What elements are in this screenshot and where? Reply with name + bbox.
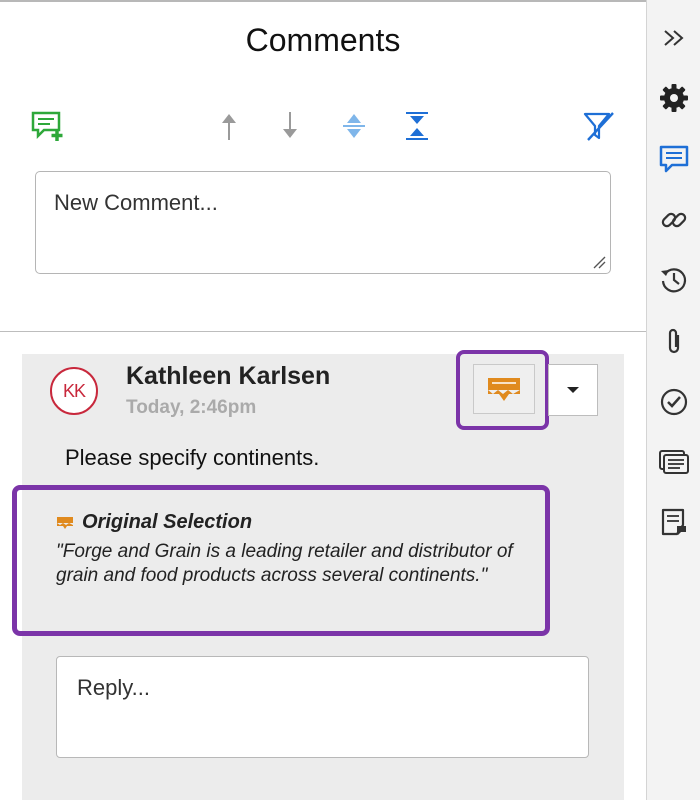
original-selection-title: Original Selection: [82, 511, 253, 533]
new-comment-placeholder: New Comment...: [54, 190, 218, 215]
collapse-panel-icon[interactable]: [647, 16, 700, 60]
original-selection-text: "Forge and Grain is a leading retailer a…: [56, 541, 513, 586]
settings-icon[interactable]: [647, 76, 700, 120]
comment-body: Please specify continents.: [65, 445, 320, 470]
comments-icon[interactable]: [647, 137, 700, 181]
outline-icon[interactable]: [647, 440, 700, 484]
right-sidebar: [646, 0, 700, 800]
add-comment-icon[interactable]: [27, 106, 67, 146]
panel-title: Comments: [245, 22, 401, 58]
chevron-down-icon: [567, 387, 579, 393]
attachment-icon[interactable]: [647, 320, 700, 364]
arrow-down-icon[interactable]: [270, 106, 310, 146]
notes-icon[interactable]: [647, 500, 700, 544]
tasks-icon[interactable]: [647, 380, 700, 424]
reply-input[interactable]: Reply...: [56, 656, 589, 758]
avatar: KK: [50, 367, 98, 415]
top-border: [0, 0, 646, 2]
history-icon[interactable]: [647, 258, 700, 302]
original-selection-header: Original Selection: [56, 511, 252, 534]
comment-menu-button[interactable]: [548, 364, 598, 416]
section-divider: [0, 331, 646, 332]
collapse-all-icon[interactable]: [397, 106, 437, 146]
filter-icon[interactable]: [579, 106, 619, 146]
link-icon[interactable]: [647, 198, 700, 242]
selection-icon: [57, 516, 73, 529]
arrow-up-icon[interactable]: [209, 106, 249, 146]
comment-timestamp: Today, 2:46pm: [126, 397, 257, 418]
highlight-frame: [456, 350, 549, 430]
new-comment-input[interactable]: New Comment...: [35, 171, 611, 274]
resize-handle-icon[interactable]: [592, 255, 606, 269]
reply-placeholder: Reply...: [77, 675, 150, 700]
comment-author: Kathleen Karlsen: [126, 362, 331, 390]
expand-all-icon[interactable]: [334, 106, 374, 146]
